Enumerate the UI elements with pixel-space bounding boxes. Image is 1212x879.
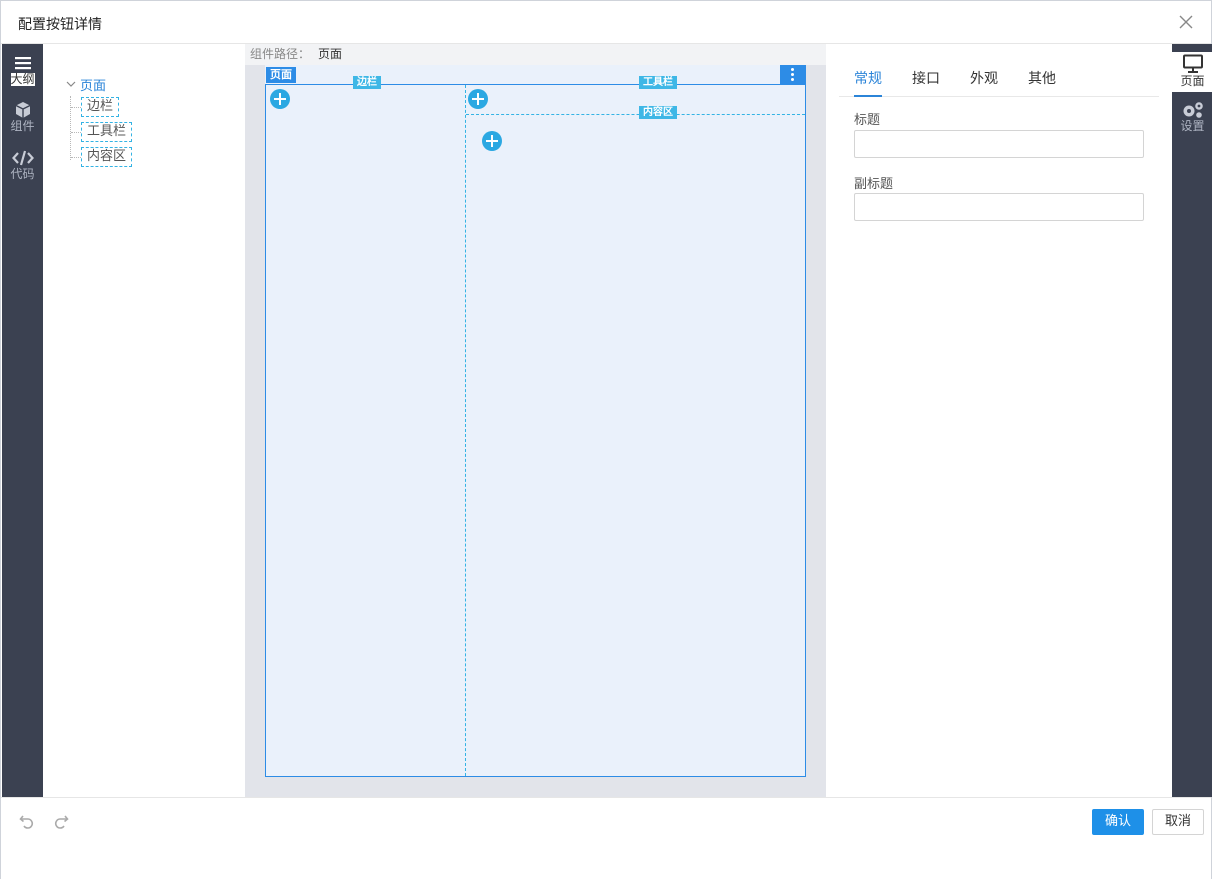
- right-sidebar: 页面 设置: [1172, 44, 1212, 797]
- sidebar-item-components[interactable]: 组件: [2, 101, 43, 145]
- tree-node-toolbar[interactable]: 工具栏: [81, 122, 133, 142]
- code-icon: [11, 150, 34, 166]
- tab-other[interactable]: 其他: [1028, 68, 1056, 88]
- page-preview: 页面 边栏 工具栏 内容区: [265, 65, 806, 777]
- tab-appearance[interactable]: 外观: [970, 68, 998, 88]
- config-dialog: 配置按钮详情 大纲 组件 代码 页面 边栏 工具栏 内容区 组件路径： 页面 页…: [0, 0, 1212, 879]
- design-canvas: 组件路径： 页面 页面 边栏 工具栏 内容区: [245, 44, 826, 797]
- add-component-button[interactable]: [468, 89, 488, 109]
- title-input[interactable]: [854, 130, 1144, 158]
- tree-root-label: 页面: [80, 79, 107, 94]
- outline-panel: 页面 边栏 工具栏 内容区: [43, 44, 245, 797]
- tree-root[interactable]: 页面: [66, 75, 106, 94]
- monitor-icon: [1182, 54, 1203, 73]
- sidebar-item-settings[interactable]: 设置: [1172, 101, 1212, 145]
- close-icon[interactable]: [1177, 13, 1195, 31]
- tab-general[interactable]: 常规: [854, 68, 882, 97]
- cube-icon: [15, 102, 30, 118]
- add-component-button[interactable]: [270, 89, 290, 109]
- tab-api[interactable]: 接口: [912, 68, 940, 88]
- chevron-down-icon[interactable]: [66, 79, 76, 89]
- add-component-button[interactable]: [482, 131, 502, 151]
- tree-node-sidebar[interactable]: 边栏: [81, 97, 120, 117]
- cancel-button[interactable]: 取消: [1152, 809, 1204, 835]
- gears-icon: [1183, 102, 1203, 118]
- sidebar-item-code[interactable]: 代码: [2, 149, 43, 193]
- toolbar-region-tag[interactable]: 工具栏: [639, 76, 677, 89]
- menu-icon: [14, 57, 31, 70]
- tree-node-content[interactable]: 内容区: [81, 147, 133, 167]
- subtitle-input[interactable]: [854, 193, 1144, 221]
- sidebar-item-label: 页面: [1180, 74, 1205, 88]
- tree-connector: [71, 132, 81, 133]
- tree-connector: [71, 157, 81, 158]
- sidebar-region[interactable]: [266, 85, 466, 776]
- page-tag[interactable]: 页面: [266, 67, 296, 83]
- sidebar-item-page[interactable]: 页面: [1172, 52, 1212, 92]
- content-region-tag[interactable]: 内容区: [639, 106, 677, 119]
- dialog-titlebar: 配置按钮详情: [1, 1, 1211, 44]
- sidebar-item-label: 代码: [10, 167, 35, 181]
- props-tabs: 常规 接口 外观 其他: [839, 44, 1159, 97]
- left-sidebar: 大纲 组件 代码: [2, 44, 43, 797]
- more-options-button[interactable]: [780, 65, 806, 84]
- sidebar-item-label: 大纲: [10, 72, 35, 86]
- undo-icon[interactable]: [18, 812, 36, 830]
- toolbar-region[interactable]: [466, 85, 805, 115]
- sidebar-item-label: 设置: [1180, 119, 1205, 133]
- component-path-bar: 组件路径： 页面: [245, 44, 826, 65]
- content-region[interactable]: [466, 115, 805, 776]
- dialog-footer: 确认 取消: [1, 797, 1211, 879]
- title-label: 标题: [854, 113, 881, 128]
- redo-icon[interactable]: [52, 812, 70, 830]
- sidebar-region-tag[interactable]: 边栏: [353, 76, 381, 89]
- sidebar-item-outline[interactable]: 大纲: [2, 54, 43, 98]
- component-path-value[interactable]: 页面: [318, 47, 342, 61]
- sidebar-item-label: 组件: [10, 119, 35, 133]
- component-path-label: 组件路径：: [250, 47, 311, 61]
- confirm-button[interactable]: 确认: [1092, 809, 1144, 835]
- dialog-title: 配置按钮详情: [18, 17, 102, 33]
- properties-panel: 常规 接口 外观 其他 标题 副标题: [826, 44, 1172, 797]
- tree-connector: [71, 107, 81, 108]
- subtitle-label: 副标题: [854, 177, 894, 192]
